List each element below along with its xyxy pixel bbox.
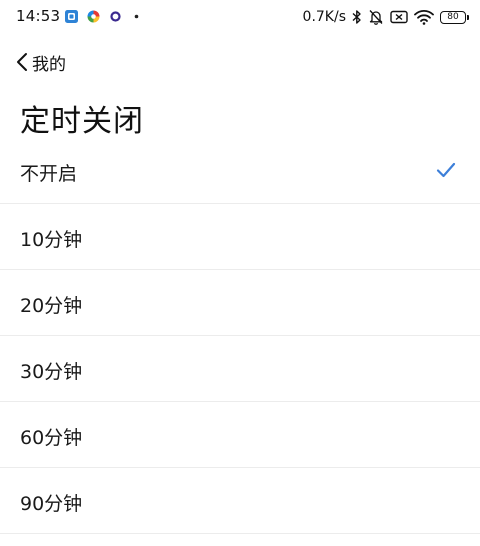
- bell-muted-icon: [369, 10, 383, 25]
- blue-square-app-icon: [65, 10, 78, 23]
- timer-option-label: 不开启: [20, 163, 78, 185]
- page-title: 定时关闭: [20, 104, 144, 139]
- chevron-left-icon: [17, 53, 27, 71]
- purple-ring-app-icon: [110, 11, 121, 22]
- timer-option[interactable]: 60分钟: [0, 402, 480, 468]
- timer-option[interactable]: 20分钟: [0, 270, 480, 336]
- back-label: 我的: [32, 54, 66, 75]
- timer-option-label: 60分钟: [20, 427, 83, 449]
- wifi-icon: [414, 10, 434, 25]
- timer-option-label: 90分钟: [20, 493, 83, 515]
- battery-icon: 80: [440, 10, 469, 24]
- timer-option-label: 30分钟: [20, 361, 83, 383]
- status-time: 14:53: [16, 7, 61, 25]
- back-button[interactable]: 我的: [16, 50, 66, 75]
- sim-disabled-icon: [390, 10, 408, 24]
- timer-option-label: 20分钟: [20, 295, 83, 317]
- timer-option[interactable]: 10分钟: [0, 204, 480, 270]
- timer-option[interactable]: 90分钟: [0, 468, 480, 534]
- more-notifications-dot-icon: [134, 14, 139, 19]
- network-speed: 0.7K/s: [302, 9, 346, 25]
- battery-level: 80: [447, 11, 459, 22]
- timer-option-list: 不开启 10分钟 20分钟 30分钟 60分钟 90分钟: [0, 138, 480, 534]
- check-icon: [436, 162, 456, 178]
- timer-option[interactable]: 30分钟: [0, 336, 480, 402]
- timer-option[interactable]: 不开启: [0, 138, 480, 204]
- status-right-group: 0.7K/s 80: [302, 7, 469, 27]
- bluetooth-icon: [352, 10, 361, 24]
- colorful-pinwheel-app-icon: [87, 10, 100, 23]
- timer-option-label: 10分钟: [20, 229, 83, 251]
- status-bar: 14:53 0.7K/s 80: [0, 0, 480, 36]
